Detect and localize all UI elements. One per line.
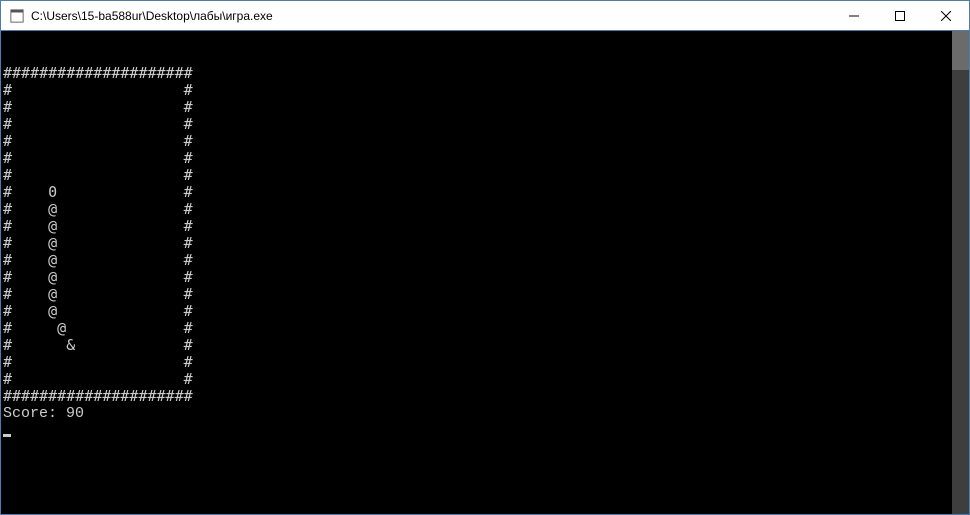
close-button[interactable] xyxy=(923,1,969,30)
console-output: ##################### # # # # # # # # # … xyxy=(1,65,969,439)
app-window: C:\Users\15-ba588ur\Desktop\лабы\игра.ex… xyxy=(0,0,970,515)
minimize-button[interactable] xyxy=(831,1,877,30)
game-grid: ##################### # # # # # # # # # … xyxy=(3,65,967,405)
window-title: C:\Users\15-ba588ur\Desktop\лабы\игра.ex… xyxy=(31,9,831,23)
scrollbar-thumb[interactable] xyxy=(952,31,969,70)
vertical-scrollbar[interactable] xyxy=(952,31,969,514)
cursor xyxy=(3,434,11,437)
score-label: Score: xyxy=(3,405,66,422)
maximize-button[interactable] xyxy=(877,1,923,30)
app-icon xyxy=(9,8,25,24)
window-controls xyxy=(831,1,969,30)
titlebar[interactable]: C:\Users\15-ba588ur\Desktop\лабы\игра.ex… xyxy=(1,1,969,31)
score-value: 90 xyxy=(66,405,84,422)
console-area[interactable]: ##################### # # # # # # # # # … xyxy=(1,31,969,514)
